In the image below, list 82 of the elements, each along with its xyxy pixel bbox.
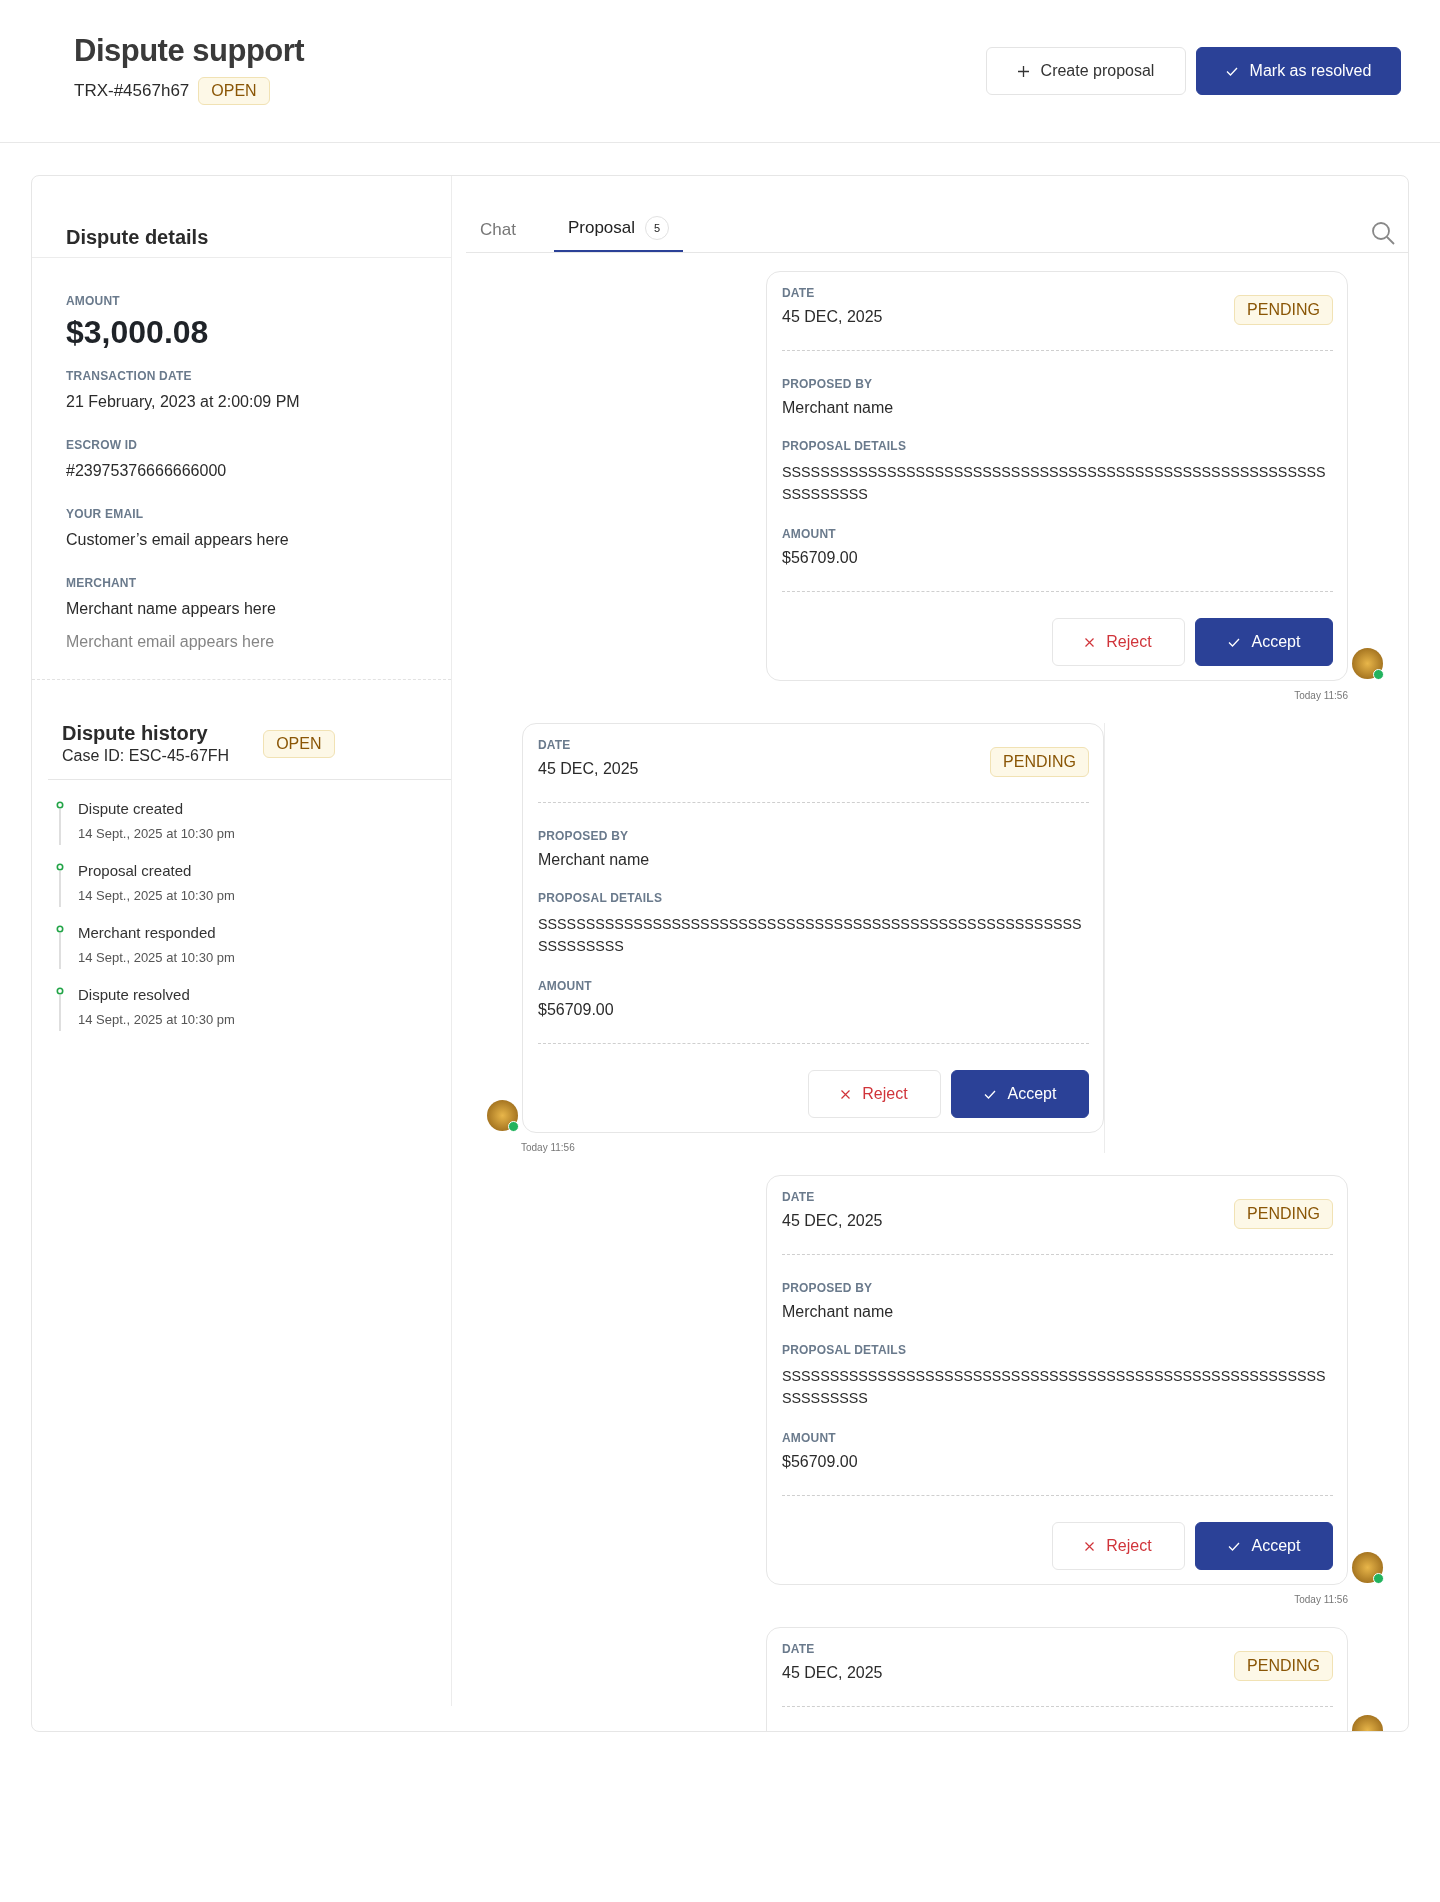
status-badge: PENDING bbox=[1234, 1651, 1333, 1681]
proposer-name: Merchant name bbox=[538, 851, 651, 869]
page-title: Dispute support bbox=[74, 33, 305, 69]
reject-button[interactable]: Reject bbox=[1052, 618, 1185, 666]
timeline-marker bbox=[56, 987, 64, 1031]
field-value: Merchant name appears here bbox=[66, 600, 277, 618]
section-title: Dispute history bbox=[62, 722, 209, 745]
proposer-name: Merchant name bbox=[782, 1303, 895, 1321]
field-value: 21 February, 2023 at 2:00:09 PM bbox=[66, 393, 301, 411]
amount-value: $3,000.08 bbox=[66, 314, 210, 351]
proposal-details: SSSSSSSSSSSSSSSSSSSSSSSSSSSSSSSSSSSSSSSSSSSSSSSSSSSSSSSSSSSSSSSSSS bbox=[782, 1367, 1327, 1408]
event-time: 14 Sept., 2025 at 10:30 pm bbox=[78, 950, 235, 965]
proposal-amount: $56709.00 bbox=[782, 1453, 859, 1471]
accept-button[interactable]: Accept bbox=[1195, 1522, 1333, 1570]
field-label: YOUR EMAIL bbox=[66, 507, 145, 521]
proposal-date: 45 DEC, 2025 bbox=[782, 308, 883, 326]
tab[interactable]: Proposal 5 bbox=[553, 216, 684, 252]
proposal-details: SSSSSSSSSSSSSSSSSSSSSSSSSSSSSSSSSSSSSSSSSSSSSSSSSSSSSSSSSSSSSSSSSS bbox=[538, 915, 1083, 956]
proposal-amount: $56709.00 bbox=[538, 1001, 615, 1019]
field-label: ESCROW ID bbox=[66, 438, 139, 452]
reject-button[interactable]: Reject bbox=[1052, 1522, 1185, 1570]
close-icon bbox=[1085, 1541, 1095, 1551]
transaction-reference: TRX-#4567h67 bbox=[74, 81, 190, 101]
timeline-marker bbox=[56, 863, 64, 907]
status-badge: OPEN bbox=[198, 77, 270, 105]
close-icon bbox=[841, 1089, 851, 1099]
check-icon bbox=[1227, 637, 1240, 647]
field-label: PROPOSED BY bbox=[782, 377, 874, 391]
field-value: #23975376666666000 bbox=[66, 462, 228, 480]
field-label: PROPOSAL DETAILS bbox=[538, 891, 664, 905]
field-label: PROPOSED BY bbox=[538, 829, 630, 843]
proposal-date: 45 DEC, 2025 bbox=[782, 1664, 883, 1682]
timeline-marker bbox=[56, 801, 64, 845]
field-secondary-value: Merchant email appears here bbox=[66, 633, 276, 651]
field-label: TRANSACTION DATE bbox=[66, 369, 193, 383]
event-title: Dispute created bbox=[78, 800, 185, 817]
proposal-date: 45 DEC, 2025 bbox=[782, 1212, 883, 1230]
status-badge: PENDING bbox=[1234, 295, 1333, 325]
message-time: Today 11:56 bbox=[1293, 1594, 1348, 1605]
field-label: DATE bbox=[782, 1642, 816, 1656]
proposal-amount: $56709.00 bbox=[782, 549, 859, 567]
proposal-details: SSSSSSSSSSSSSSSSSSSSSSSSSSSSSSSSSSSSSSSSSSSSSSSSSSSSSSSSSSSSSSSSSS bbox=[782, 463, 1327, 504]
field-label: AMOUNT bbox=[66, 294, 121, 308]
plus-icon bbox=[1017, 65, 1029, 77]
check-icon bbox=[1225, 66, 1238, 76]
section-title: Dispute details bbox=[32, 176, 451, 258]
field-label: AMOUNT bbox=[538, 979, 593, 993]
event-title: Dispute resolved bbox=[78, 986, 191, 1003]
field-label: DATE bbox=[538, 738, 572, 752]
timeline-marker bbox=[56, 925, 64, 969]
field-label: DATE bbox=[782, 286, 816, 300]
event-title: Merchant responded bbox=[78, 924, 217, 941]
status-badge: PENDING bbox=[990, 747, 1089, 777]
event-time: 14 Sept., 2025 at 10:30 pm bbox=[78, 826, 235, 841]
search-icon[interactable] bbox=[1371, 221, 1395, 245]
field-label: AMOUNT bbox=[782, 1431, 837, 1445]
message-time: Today 11:56 bbox=[1293, 690, 1348, 701]
accept-button[interactable]: Accept bbox=[1195, 618, 1333, 666]
accept-button[interactable]: Accept bbox=[951, 1070, 1089, 1118]
case-id: Case ID: ESC-45-67FH bbox=[62, 747, 230, 765]
close-icon bbox=[1085, 637, 1095, 647]
event-time: 14 Sept., 2025 at 10:30 pm bbox=[78, 1012, 235, 1027]
status-badge: OPEN bbox=[263, 730, 335, 758]
event-title: Proposal created bbox=[78, 862, 193, 879]
check-icon bbox=[983, 1089, 996, 1099]
field-label: PROPOSAL DETAILS bbox=[782, 1343, 908, 1357]
reject-button[interactable]: Reject bbox=[808, 1070, 941, 1118]
status-badge: PENDING bbox=[1234, 1199, 1333, 1229]
create-proposal-button[interactable]: Create proposal bbox=[986, 47, 1186, 95]
check-icon bbox=[1227, 1541, 1240, 1551]
event-time: 14 Sept., 2025 at 10:30 pm bbox=[78, 888, 235, 903]
field-label: PROPOSAL DETAILS bbox=[782, 439, 908, 453]
field-label: AMOUNT bbox=[782, 527, 837, 541]
field-label: DATE bbox=[782, 1190, 816, 1204]
proposer-name: Merchant name bbox=[782, 399, 895, 417]
resolve-button[interactable]: Mark as resolved bbox=[1196, 47, 1401, 95]
field-label: PROPOSED BY bbox=[782, 1281, 874, 1295]
proposal-date: 45 DEC, 2025 bbox=[538, 760, 639, 778]
field-value: Customer’s email appears here bbox=[66, 531, 290, 549]
field-label: MERCHANT bbox=[66, 576, 138, 590]
tab[interactable]: Chat bbox=[466, 220, 530, 252]
message-time: Today 11:56 bbox=[521, 1142, 576, 1153]
